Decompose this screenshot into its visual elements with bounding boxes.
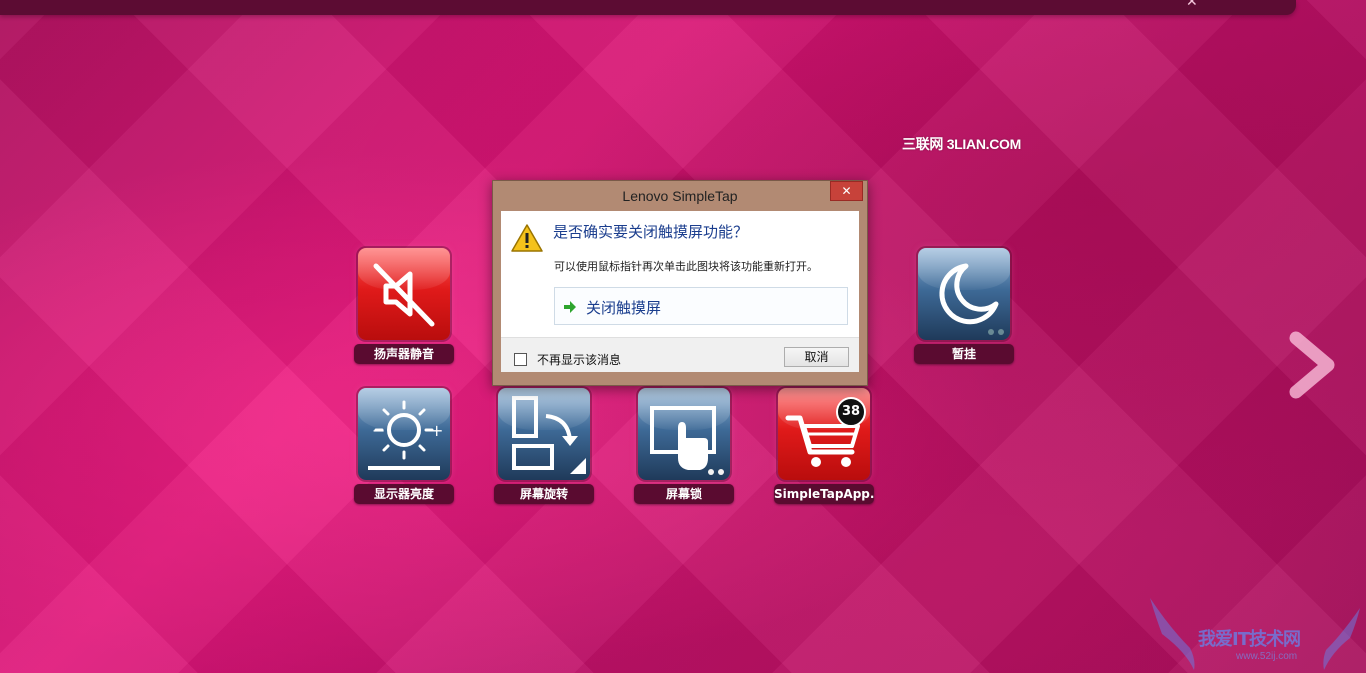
dialog-close-button[interactable]: ✕	[830, 181, 863, 201]
tile-suspend[interactable]	[918, 248, 1010, 340]
tile-label: 扬声器静音	[354, 344, 454, 364]
svg-text:+: +	[430, 421, 443, 440]
checkbox-label: 不再显示该消息	[537, 353, 622, 367]
rotate-screen-icon	[512, 396, 586, 474]
top-bar: ✕	[0, 0, 1296, 15]
tile-speaker-mute[interactable]	[358, 248, 450, 340]
watermark-top: 三联网 3LIAN.COM	[902, 136, 1021, 152]
cancel-button[interactable]: 取消	[784, 347, 849, 367]
tile-label: 暂挂	[914, 344, 1014, 364]
next-page-icon[interactable]	[1284, 330, 1344, 400]
tile-label: 屏幕锁	[634, 484, 734, 504]
dont-show-checkbox[interactable]	[514, 353, 527, 366]
svg-text:−: −	[372, 421, 385, 440]
confirm-dialog: Lenovo SimpleTap ✕ 是否确实要关闭触摸屏功能？ 可以使用鼠标指…	[492, 180, 868, 386]
moon-icon	[939, 263, 999, 325]
green-arrow-icon	[564, 301, 576, 313]
tile-brightness[interactable]: − +	[358, 388, 450, 480]
watermark-bottom-url: www.52ij.com	[1236, 651, 1298, 662]
dialog-body: 是否确实要关闭触摸屏功能？ 可以使用鼠标指针再次单击此图块将该功能重新打开。 关…	[501, 211, 859, 337]
tile-label: SimpleTapApp...	[774, 484, 874, 504]
command-label: 关闭触摸屏	[586, 299, 662, 317]
tile-label: 显示器亮度	[354, 484, 454, 504]
dialog-title: Lenovo SimpleTap	[622, 188, 738, 204]
tile-screen-rotate[interactable]	[498, 388, 590, 480]
dialog-heading: 是否确实要关闭触摸屏功能？	[553, 223, 749, 241]
watermark-bottom-text: 我爱IT技术网	[1198, 629, 1301, 650]
tile-label: 屏幕旋转	[494, 484, 594, 504]
dialog-description: 可以使用鼠标指针再次单击此图块将该功能重新打开。	[554, 260, 818, 273]
disable-touchscreen-button[interactable]: 关闭触摸屏	[554, 287, 848, 325]
tile-screen-lock[interactable]	[638, 388, 730, 480]
notification-badge: 38	[836, 397, 866, 427]
brightness-icon: − +	[368, 400, 443, 470]
warning-icon	[511, 224, 543, 252]
page-dots	[988, 329, 1004, 335]
close-icon[interactable]: ✕	[1186, 0, 1198, 10]
dialog-footer: 不再显示该消息 取消	[501, 337, 859, 372]
page-dots	[708, 469, 724, 475]
touch-lock-icon	[650, 406, 716, 470]
speaker-mute-icon	[373, 263, 435, 327]
